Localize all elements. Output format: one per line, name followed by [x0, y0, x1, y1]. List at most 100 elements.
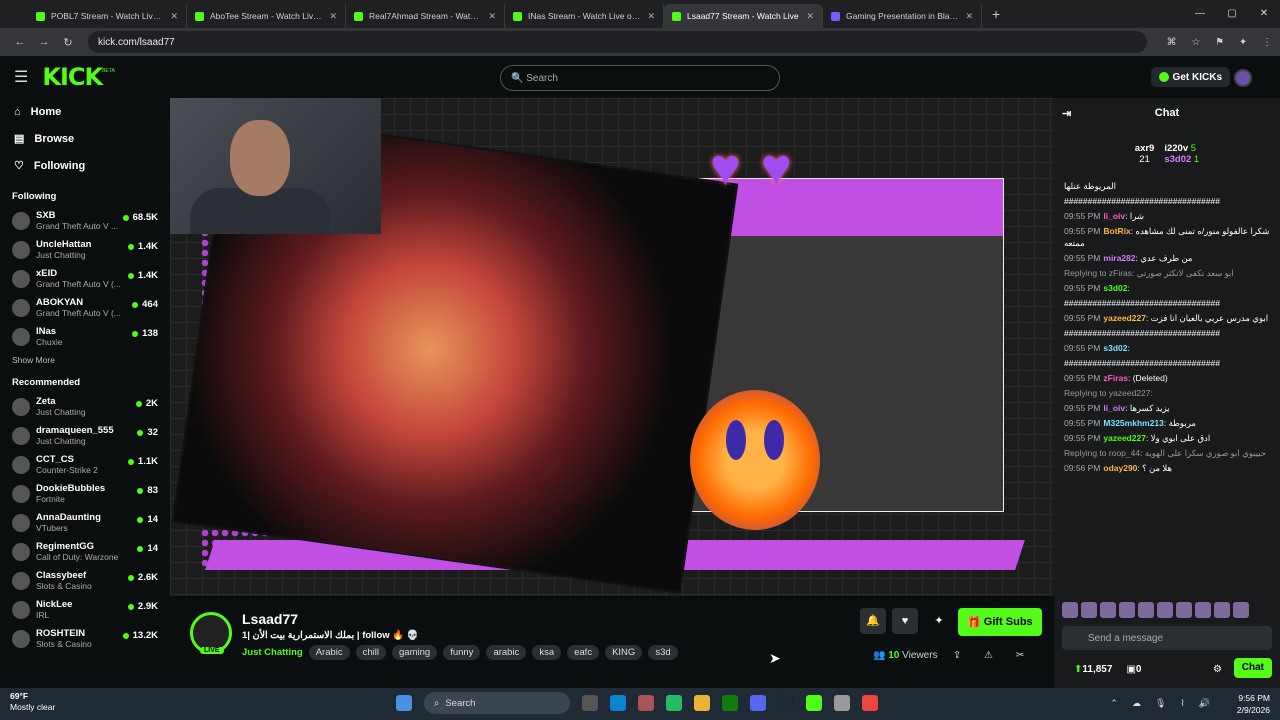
sidebar-channel-item[interactable]: ABOKYAN Grand Theft Auto V (... 464 [0, 293, 170, 322]
avatar[interactable] [1062, 602, 1078, 618]
nav-browse[interactable]: ▤ Browse [0, 125, 170, 152]
xbox-icon[interactable] [722, 695, 738, 711]
collapse-chat-icon[interactable]: ⇥ [1062, 107, 1071, 120]
tag-chip[interactable]: arabic [486, 645, 527, 660]
copilot-icon[interactable] [638, 695, 654, 711]
minimize-icon[interactable]: — [1184, 0, 1216, 28]
kick-app-icon[interactable] [806, 695, 822, 711]
avatar[interactable] [1119, 602, 1135, 618]
extension-icon[interactable]: ⚑ [1215, 37, 1224, 48]
avatar[interactable] [1195, 602, 1211, 618]
new-tab-icon[interactable]: + [982, 6, 1010, 22]
sparkle-icon[interactable]: ✦ [926, 608, 952, 634]
tag-chip[interactable]: s3d [648, 645, 678, 660]
message-username[interactable]: oday290 [1103, 463, 1137, 473]
message-username[interactable]: s3d02 [1103, 343, 1127, 353]
tag-chip[interactable]: eafc [567, 645, 600, 660]
tag-chip[interactable]: chill [355, 645, 387, 660]
channel-name[interactable]: Lsaad77 [242, 611, 298, 627]
nav-home[interactable]: ⌂ Home [0, 98, 170, 125]
show-more-link[interactable]: Show More [0, 351, 170, 369]
message-username[interactable]: BotRix [1103, 226, 1130, 236]
chat-input[interactable]: Send a message [1062, 626, 1272, 650]
user-avatar[interactable] [1234, 69, 1252, 87]
report-icon[interactable]: ⚠ [984, 650, 993, 661]
hamburger-icon[interactable]: ☰ [14, 67, 28, 87]
tag-chip[interactable]: KING [605, 645, 643, 660]
share-icon[interactable]: ⇪ [953, 650, 961, 661]
close-tab-icon[interactable]: ✕ [329, 11, 337, 22]
nav-following[interactable]: ♡ Following [0, 152, 170, 179]
windows-start-icon[interactable] [396, 695, 412, 711]
bookmark-star-icon[interactable]: ☆ [1191, 37, 1200, 48]
browser-tab[interactable]: AboTee Stream - Watch Live on K✕ [187, 4, 346, 28]
sidebar-channel-item[interactable]: Zeta Just Chatting 2K [0, 392, 170, 421]
category-link[interactable]: Just Chatting [242, 647, 303, 658]
translate-icon[interactable]: ⌘ [1167, 37, 1177, 48]
close-tab-icon[interactable]: ✕ [965, 11, 973, 22]
sidebar-channel-item[interactable]: UncleHattan Just Chatting 1.4K [0, 235, 170, 264]
clip-icon[interactable]: ✂ [1016, 650, 1024, 661]
close-tab-icon[interactable]: ✕ [170, 11, 178, 22]
browser-tab[interactable]: POBL7 Stream - Watch Live on Ki✕ [28, 4, 187, 28]
edge-icon[interactable] [610, 695, 626, 711]
maximize-icon[interactable]: ▢ [1216, 0, 1248, 28]
app-icon[interactable] [834, 695, 850, 711]
gift-subs-button[interactable]: 🎁 Gift Subs [958, 608, 1042, 636]
search-input[interactable]: 🔍 Search [500, 65, 780, 91]
sidebar-channel-item[interactable]: AnnaDaunting VTubers 14 [0, 508, 170, 537]
puzzle-icon[interactable]: ✦ [1239, 37, 1247, 48]
avatar[interactable] [1138, 602, 1154, 618]
avatar[interactable] [1157, 602, 1173, 618]
sidebar-channel-item[interactable]: NickLee IRL 2.9K [0, 595, 170, 624]
taskbar-search[interactable]: ⌕ Search [424, 692, 570, 714]
steam-icon[interactable] [778, 695, 794, 711]
browser-tab-active[interactable]: Lsaad77 Stream - Watch Live ✕ [664, 4, 823, 28]
sidebar-channel-item[interactable]: INas Chuxie 138 [0, 322, 170, 351]
message-username[interactable]: mira282 [1103, 253, 1135, 263]
browser-tab[interactable]: Gaming Presentation in Black N ✕ [823, 4, 982, 28]
sidebar-channel-item[interactable]: RegimentGG Call of Duty: Warzone 14 [0, 537, 170, 566]
volume-icon[interactable]: 🔊 [1199, 698, 1210, 709]
tag-chip[interactable]: gaming [392, 645, 438, 660]
sidebar-channel-item[interactable]: SXB Grand Theft Auto V ... 68.5K [0, 206, 170, 235]
browser-tab[interactable]: Real7Ahmad Stream - Watch Live✕ [346, 4, 505, 28]
store-icon[interactable] [666, 695, 682, 711]
sidebar-channel-item[interactable]: CCT_CS Counter-Strike 2 1.1K [0, 450, 170, 479]
tag-chip[interactable]: Arabic [308, 645, 350, 660]
close-tab-icon[interactable]: ✕ [488, 11, 496, 22]
sidebar-channel-item[interactable]: xEID Grand Theft Auto V (... 1.4K [0, 264, 170, 293]
sidebar-channel-item[interactable]: Classybeef Slots & Casino 2.6K [0, 566, 170, 595]
message-username[interactable]: s3d02 [1103, 283, 1127, 293]
forward-icon[interactable]: → [32, 36, 56, 48]
message-username[interactable]: yazeed227 [1103, 313, 1146, 323]
url-field[interactable]: kick.com/lsaad77 [88, 31, 1147, 53]
chrome-icon[interactable] [862, 695, 878, 711]
close-tab-icon[interactable]: ✕ [647, 11, 655, 22]
mic-icon[interactable]: 🎙 [1155, 698, 1166, 709]
notification-bell-icon[interactable]: 🔔 [860, 608, 886, 634]
message-username[interactable]: zFiras [1103, 373, 1128, 383]
reload-icon[interactable]: ↻ [56, 36, 80, 49]
kick-logo[interactable]: KICK [42, 63, 103, 91]
close-tab-icon[interactable]: ✕ [806, 11, 814, 22]
message-username[interactable]: li_oiv [1103, 403, 1125, 413]
message-username[interactable]: li_oiv [1103, 211, 1125, 221]
browser-tab[interactable]: INas Stream - Watch Live on Kick✕ [505, 4, 664, 28]
close-window-icon[interactable]: ✕ [1248, 0, 1280, 28]
avatar[interactable] [1100, 602, 1116, 618]
file-explorer-icon[interactable] [694, 695, 710, 711]
sidebar-channel-item[interactable]: ROSHTEIN Slots & Casino 13.2K [0, 624, 170, 653]
send-chat-button[interactable]: Chat [1233, 658, 1272, 678]
avatar[interactable] [1214, 602, 1230, 618]
menu-icon[interactable]: ⋮ [1262, 37, 1272, 48]
avatar[interactable] [1081, 602, 1097, 618]
cloud-icon[interactable]: ☁ [1132, 698, 1141, 709]
chevron-up-icon[interactable]: ⌃ [1110, 698, 1118, 709]
sidebar-channel-item[interactable]: dramaqueen_555 Just Chatting 32 [0, 421, 170, 450]
tag-chip[interactable]: funny [443, 645, 481, 660]
sidebar-channel-item[interactable]: DookieBubbles Fortnite 83 [0, 479, 170, 508]
discord-icon[interactable] [750, 695, 766, 711]
weather-widget[interactable]: 69°F Mostly clear [10, 691, 55, 713]
avatar[interactable] [1176, 602, 1192, 618]
